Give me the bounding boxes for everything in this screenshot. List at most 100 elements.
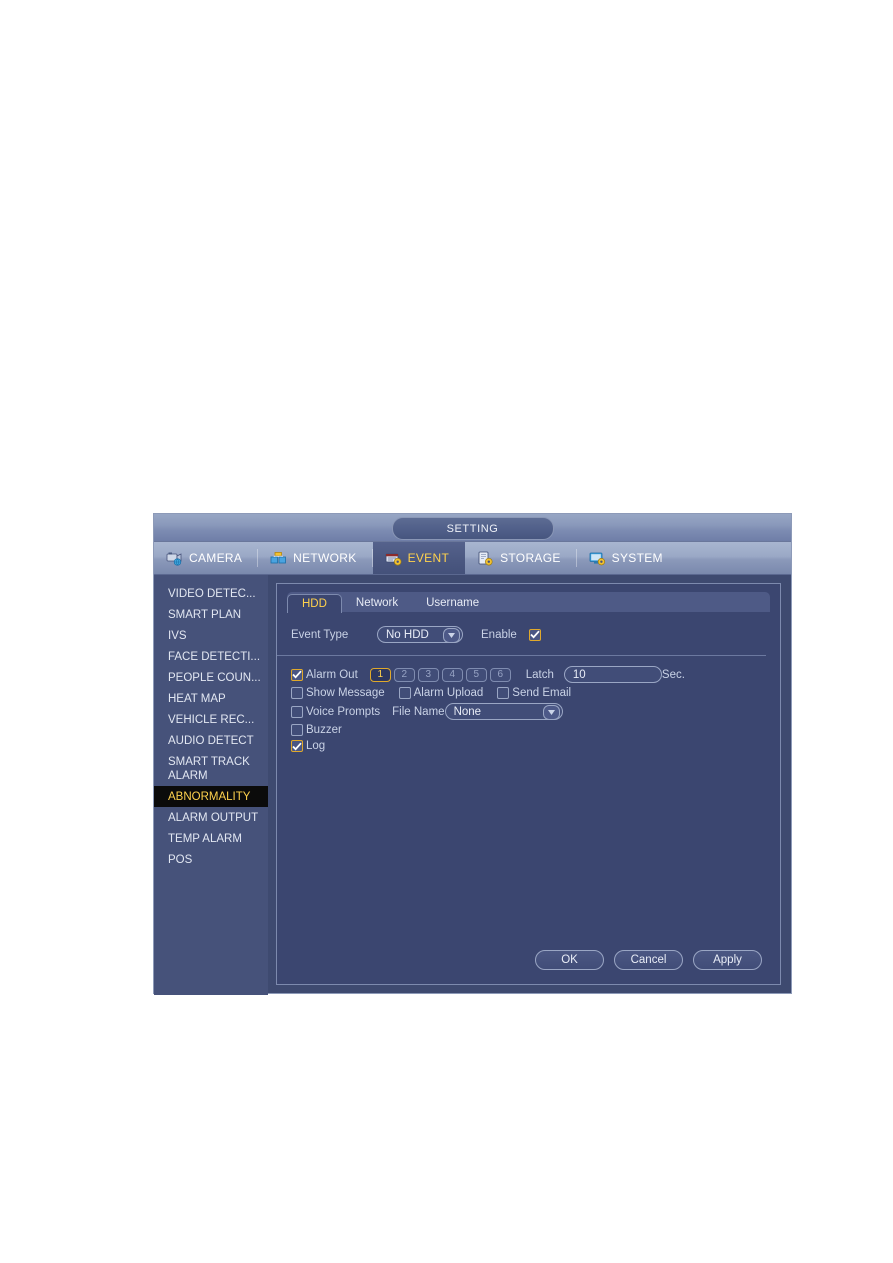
- subtab-hdd[interactable]: HDD: [287, 594, 342, 613]
- form-separator: [277, 655, 766, 656]
- alarm-out-label: Alarm Out: [306, 668, 358, 681]
- buzzer-row: Buzzer: [291, 724, 780, 736]
- subtab-network[interactable]: Network: [342, 594, 412, 612]
- latch-input[interactable]: 10: [563, 666, 662, 683]
- sidebar-item-alarm-output[interactable]: ALARM OUTPUT: [154, 807, 268, 828]
- alarm-upload-wrap[interactable]: Alarm Upload: [398, 687, 484, 699]
- cancel-button[interactable]: Cancel: [614, 950, 683, 970]
- sidebar-item-label: AUDIO DETECT: [168, 734, 254, 747]
- alarm-out-checkbox-wrap[interactable]: Alarm Out: [291, 668, 358, 681]
- alarm-out-channel-1[interactable]: 1: [369, 667, 391, 682]
- sidebar-item-heat-map[interactable]: HEAT MAP: [154, 688, 268, 709]
- notification-row-1: Show Message Alarm Upload Send Email: [291, 687, 780, 699]
- sidebar-item-abnormality[interactable]: ABNORMALITY: [154, 786, 268, 807]
- send-email-wrap[interactable]: Send Email: [497, 687, 571, 699]
- sidebar-item-smart-track[interactable]: SMART TRACK: [154, 751, 268, 770]
- nav-tab-label: CAMERA: [189, 551, 243, 565]
- sidebar-item-video-detect[interactable]: VIDEO DETEC...: [154, 583, 268, 604]
- alarm-out-channel-2[interactable]: 2: [393, 667, 415, 682]
- sidebar-item-label: POS: [168, 853, 193, 866]
- sidebar-item-label: VEHICLE REC...: [168, 713, 255, 726]
- sidebar-item-pos[interactable]: POS: [154, 849, 268, 870]
- sidebar-item-label: TEMP ALARM: [168, 832, 242, 845]
- send-email-checkbox[interactable]: [497, 687, 510, 699]
- nav-tab-camera[interactable]: CAMERA: [154, 542, 259, 574]
- voice-prompts-label: Voice Prompts: [306, 705, 381, 718]
- sidebar-item-ivs[interactable]: IVS: [154, 625, 268, 646]
- alarm-upload-label: Alarm Upload: [413, 687, 484, 699]
- log-row: Log: [291, 740, 780, 752]
- subtab-username[interactable]: Username: [412, 594, 493, 612]
- subtab-bar: HDD Network Username: [287, 592, 780, 613]
- main-nav: CAMERA NETWORK EVENT STORAGE SYSTEM: [154, 542, 791, 575]
- event-type-value: No HDD: [386, 628, 429, 641]
- sidebar-item-vehicle-recognition[interactable]: VEHICLE REC...: [154, 709, 268, 730]
- alarm-upload-checkbox[interactable]: [398, 687, 411, 699]
- show-message-label: Show Message: [306, 687, 385, 699]
- latch-label: Latch: [525, 668, 554, 681]
- chevron-down-icon[interactable]: [542, 705, 560, 720]
- alarm-out-checkbox[interactable]: [291, 668, 303, 681]
- sidebar-item-temp-alarm[interactable]: TEMP ALARM: [154, 828, 268, 849]
- show-message-wrap[interactable]: Show Message: [291, 687, 385, 699]
- nav-tab-label: EVENT: [407, 551, 450, 565]
- window-titlebar: SETTING: [154, 514, 791, 542]
- nav-tab-storage[interactable]: STORAGE: [465, 542, 577, 574]
- nav-tab-event[interactable]: EVENT: [372, 542, 466, 574]
- chevron-down-icon[interactable]: [443, 628, 460, 643]
- enable-checkbox[interactable]: [528, 628, 541, 641]
- alarm-out-channel-6[interactable]: 6: [489, 667, 511, 682]
- nav-tab-label: NETWORK: [293, 551, 357, 565]
- enable-label: Enable: [481, 628, 517, 641]
- subtab-label: Network: [355, 597, 399, 609]
- apply-button[interactable]: Apply: [693, 950, 762, 970]
- action-button-row: OK Cancel Apply: [535, 950, 762, 970]
- subtab-label: HDD: [302, 598, 327, 610]
- event-type-select[interactable]: No HDD: [377, 626, 463, 643]
- send-email-label: Send Email: [512, 687, 572, 699]
- sidebar-item-alarm[interactable]: ALARM: [154, 770, 268, 787]
- settings-sidebar: VIDEO DETEC... SMART PLAN IVS FACE DETEC…: [154, 575, 268, 995]
- sidebar-item-smart-plan[interactable]: SMART PLAN: [154, 604, 268, 625]
- nav-tab-label: STORAGE: [500, 551, 561, 565]
- event-icon: [385, 551, 402, 566]
- sidebar-item-label: VIDEO DETEC...: [168, 587, 256, 600]
- content-area: HDD Network Username Event Type No HDD E…: [268, 575, 791, 995]
- sidebar-item-label: ALARM OUTPUT: [168, 811, 259, 824]
- camera-icon: [166, 551, 183, 566]
- sidebar-item-label: ALARM: [168, 769, 208, 782]
- buzzer-wrap[interactable]: Buzzer: [291, 724, 342, 736]
- ok-button[interactable]: OK: [535, 950, 604, 970]
- alarm-out-channel-4[interactable]: 4: [441, 667, 463, 682]
- subtab-label: Username: [426, 597, 480, 609]
- window-body: VIDEO DETEC... SMART PLAN IVS FACE DETEC…: [154, 575, 791, 995]
- sidebar-item-label: FACE DETECTI...: [168, 650, 261, 663]
- buzzer-checkbox[interactable]: [291, 724, 303, 736]
- file-name-value: None: [453, 705, 482, 718]
- sidebar-item-face-detection[interactable]: FACE DETECTI...: [154, 646, 268, 667]
- sidebar-item-label: PEOPLE COUN...: [168, 671, 261, 684]
- buzzer-label: Buzzer: [306, 724, 342, 736]
- alarm-out-row: Alarm Out 1 2 3 4 5 6 Latch 10 Sec.: [291, 666, 780, 683]
- sidebar-item-audio-detect[interactable]: AUDIO DETECT: [154, 730, 268, 751]
- nav-tab-system[interactable]: SYSTEM: [577, 542, 679, 574]
- event-type-label: Event Type: [291, 628, 349, 641]
- voice-prompts-checkbox[interactable]: [291, 705, 303, 718]
- alarm-out-channel-group: 1 2 3 4 5 6: [369, 667, 514, 682]
- log-wrap[interactable]: Log: [291, 740, 325, 752]
- voice-prompts-wrap[interactable]: Voice Prompts: [291, 705, 381, 718]
- abnormality-form: Event Type No HDD Enable Alarm Out 1 2 3…: [277, 612, 780, 752]
- show-message-checkbox[interactable]: [291, 687, 303, 699]
- log-checkbox[interactable]: [291, 740, 303, 752]
- nav-tab-label: SYSTEM: [611, 551, 663, 565]
- log-label: Log: [306, 740, 326, 752]
- nav-tab-network[interactable]: NETWORK: [258, 542, 374, 574]
- sidebar-item-label: ABNORMALITY: [168, 790, 251, 803]
- alarm-out-channel-3[interactable]: 3: [417, 667, 439, 682]
- alarm-out-channel-5[interactable]: 5: [465, 667, 487, 682]
- file-name-select[interactable]: None: [444, 703, 563, 720]
- storage-icon: [477, 551, 494, 566]
- network-icon: [270, 551, 287, 566]
- sidebar-item-people-counting[interactable]: PEOPLE COUN...: [154, 667, 268, 688]
- abnormality-panel: HDD Network Username Event Type No HDD E…: [276, 583, 781, 985]
